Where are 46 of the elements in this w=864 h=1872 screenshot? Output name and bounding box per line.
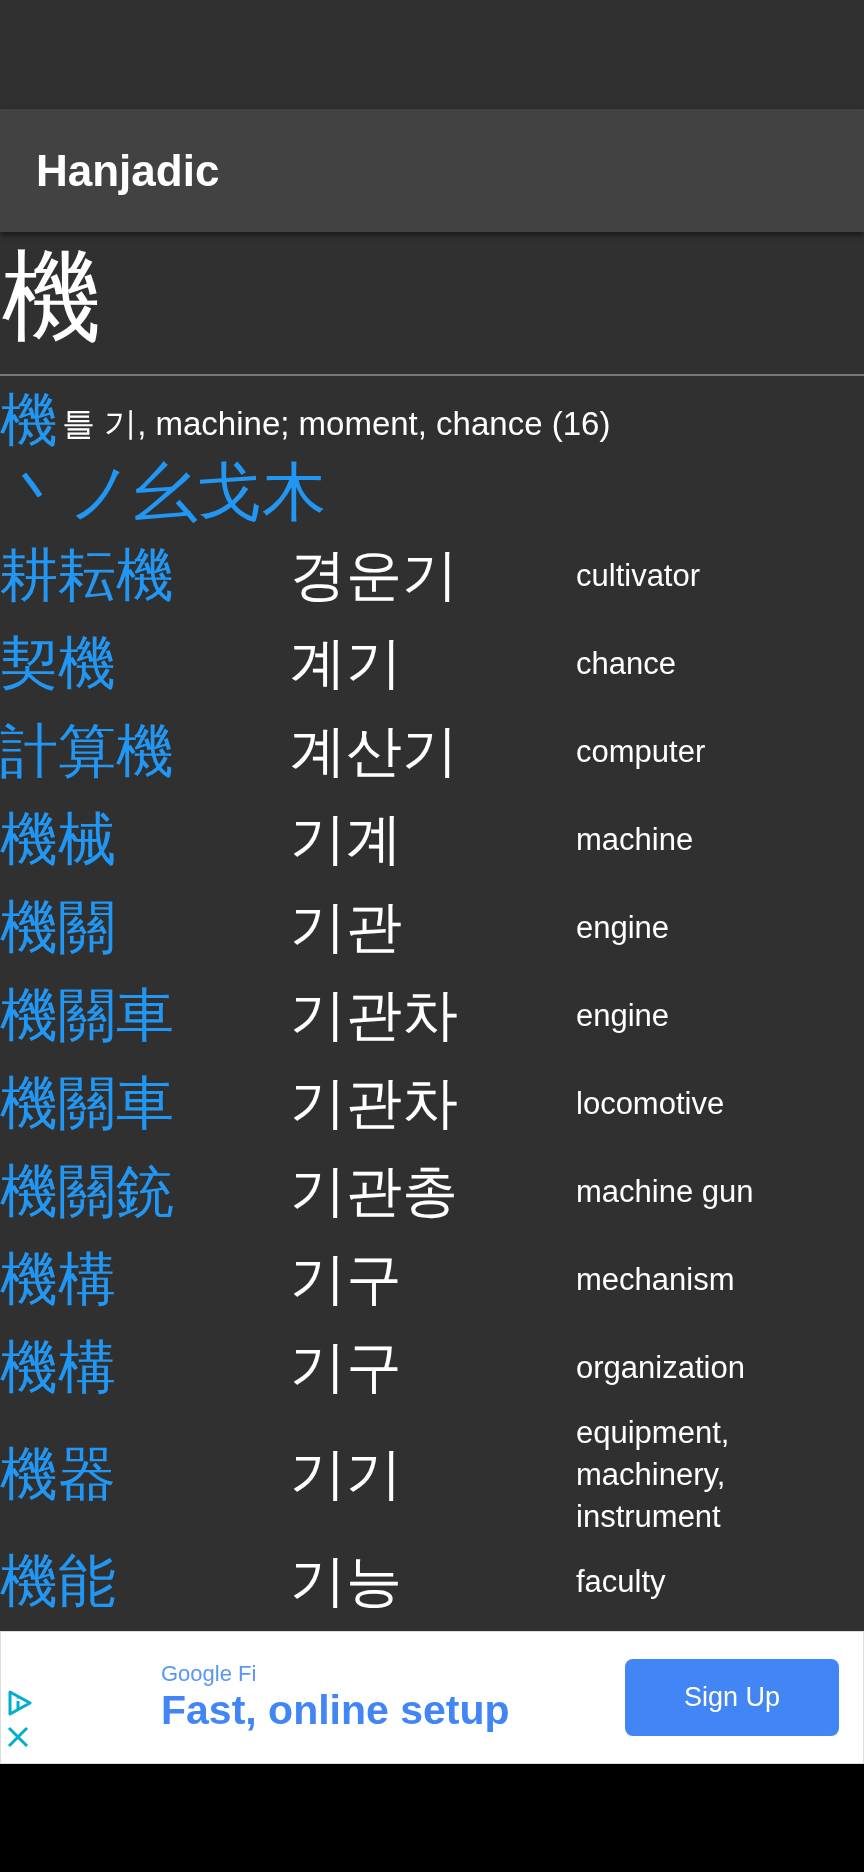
word-hanja[interactable]: 機器 [0,1435,116,1514]
word-meaning: equipment, machinery, instrument [576,1413,731,1536]
word-hangul: 기구 [290,1245,402,1312]
summary-reading: 틀 기, machine; moment, chance (16) [62,405,611,444]
word-hanja[interactable]: 機關 [0,888,116,967]
word-meaning: organization [576,1348,745,1387]
word-hangul: 계기 [290,629,402,696]
word-hangul: 기관차 [290,981,458,1048]
word-meaning: faculty [576,1562,666,1601]
word-hanja[interactable]: 契機 [0,624,116,703]
word-hangul: 기관총 [290,1157,458,1224]
word-hangul: 기기 [290,1440,402,1507]
ad-advertiser: Google Fi [161,1661,258,1687]
word-hanja[interactable]: 機械 [0,800,116,879]
ad-headline[interactable]: Fast, online setup [161,1687,625,1734]
word-meaning: cultivator [576,556,701,595]
word-meaning: machine gun [576,1172,754,1211]
word-hangul: 계산기 [290,717,458,784]
word-hangul: 기구 [290,1333,402,1400]
word-meaning: engine [576,908,670,947]
word-meaning: chance [576,644,676,683]
word-hanja[interactable]: 機關車 [0,976,174,1055]
word-hanja[interactable]: 機關車 [0,1064,174,1143]
word-meaning: locomotive [576,1084,725,1123]
word-hanja[interactable]: 機能 [0,1542,116,1621]
word-hanja[interactable]: 機構 [0,1240,116,1319]
word-meaning: computer [576,732,706,771]
word-hangul: 기관차 [290,1069,458,1136]
word-hanja[interactable]: 計算機 [0,712,174,791]
word-hangul: 기관 [290,893,402,960]
sign-up-button[interactable]: Sign Up [625,1659,839,1736]
summary-hanja[interactable]: 機 [0,388,58,452]
word-hanja[interactable]: 耕耘機 [0,536,174,615]
word-meaning: engine [576,996,670,1035]
close-icon[interactable] [7,1726,29,1748]
word-hangul: 경운기 [290,541,458,608]
word-hangul: 기계 [290,805,402,872]
word-hanja[interactable]: 機關銃 [0,1152,174,1231]
word-hangul: 기능 [290,1547,402,1614]
word-meaning: mechanism [576,1260,735,1299]
app-title: Hanjadic [36,145,220,196]
headword: 機 [2,240,102,352]
radicals[interactable]: 丶ノ幺戈木 [4,455,326,528]
ad-choices-icon[interactable] [7,1690,33,1716]
word-meaning: machine [576,820,694,859]
word-hanja[interactable]: 機構 [0,1328,116,1407]
